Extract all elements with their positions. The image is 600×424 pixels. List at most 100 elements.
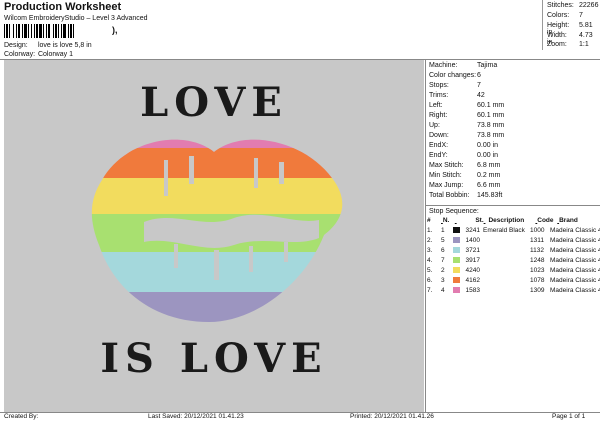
machine-info-value: 6.8 mm	[477, 162, 501, 169]
stop-num: 5.	[427, 267, 433, 274]
design-value: love is love 5,8 in	[37, 42, 92, 49]
design-preview: LOVE IS LOVE	[4, 60, 424, 412]
stop-num: 2.	[427, 237, 433, 244]
stop-code: 1000	[530, 227, 545, 234]
colors-value: 7	[579, 12, 583, 19]
col-description: Description	[488, 217, 525, 224]
colorway-row: Colorway: Colorway 1	[4, 51, 73, 58]
stop-code: 1309	[530, 287, 545, 294]
col-num: #	[427, 217, 431, 224]
machine-info-row: Color changes:6	[429, 72, 481, 79]
design-text-top: LOVE	[140, 79, 288, 126]
col-brand: Brand	[559, 217, 578, 224]
stop-code: 1132	[530, 247, 544, 254]
colorway-value: Colorway 1	[37, 51, 73, 58]
color-swatch	[453, 287, 460, 294]
design-text-bottom: IS LOVE	[100, 335, 327, 382]
color-swatch	[453, 237, 460, 244]
machine-info-value: 0.00 in	[477, 152, 499, 159]
stripe-purple	[91, 292, 343, 323]
machine-info-label: Max Jump:	[429, 182, 464, 189]
machine-info-value: Tajima	[477, 62, 498, 69]
machine-info-row: EndX: 0.00 in	[429, 142, 498, 149]
machine-info-row: Min Stitch: 0.2 mm	[429, 172, 500, 179]
machine-info-row: Max Stitch: 6.8 mm	[429, 162, 500, 169]
stop-sequence-row: 7. 4 1583 1309 Madeira Classic 40	[427, 287, 600, 294]
stop-stitches: 3241	[465, 227, 480, 234]
color-swatch	[453, 227, 460, 234]
machine-info-label: Left:	[429, 102, 443, 109]
stop-sequence-row: 6. 3 4162 1078 Madeira Classic 40	[427, 277, 600, 284]
stop-brand: Madeira Classic 40	[550, 227, 600, 234]
col-stitches: St.	[475, 217, 484, 224]
machine-info-label: Total Bobbin:	[429, 192, 470, 199]
stop-sequence-title: Stop Sequence:	[429, 208, 479, 215]
stop-sequence-row: 1. 1 3241 Emerald Black 1000 Madeira Classic …	[427, 227, 600, 234]
colors-row: Colors: 7	[547, 12, 583, 19]
page-number: Page 1 of 1	[552, 413, 586, 420]
machine-info-value: 60.1 mm	[477, 102, 505, 109]
color-swatch	[453, 247, 460, 254]
created-by: Created By:	[4, 413, 39, 420]
colorway-label: Colorway:	[4, 51, 36, 58]
machine-info-row: Right: 60.1 mm	[429, 112, 504, 119]
stitches-label: Stitches:	[547, 2, 574, 9]
stop-needle: 7	[441, 257, 445, 264]
machine-info-value: 42	[477, 92, 485, 99]
footer-divider	[0, 412, 600, 413]
machine-info-label: Right:	[429, 112, 448, 119]
machine-info-label: Max Stitch:	[429, 162, 464, 169]
stop-stitches: 1400	[465, 237, 480, 244]
color-swatch	[453, 267, 460, 274]
machine-info-value: 73.8 mm	[477, 122, 505, 129]
zoom-value: 1:1	[579, 41, 589, 48]
stop-code: 1023	[530, 267, 545, 274]
stop-code: 1078	[530, 277, 545, 284]
machine-info-label: Up:	[429, 122, 440, 129]
colors-label: Colors:	[547, 12, 570, 19]
zoom-row: Zoom: 1:1	[547, 41, 589, 48]
stop-needle: 6	[441, 247, 445, 254]
machine-info-row: Down: 73.8 mm	[429, 132, 504, 139]
machine-info-label: Min Stitch:	[429, 172, 462, 179]
width-label: Width:	[547, 32, 567, 39]
stop-sequence-row: 4. 7 3917 1248 Madeira Classic 40	[427, 257, 600, 264]
col-needle: N.	[442, 217, 450, 224]
page-title: Production Worksheet	[4, 1, 122, 13]
stop-sequence-row: 5. 2 4240 1023 Madeira Classic 40	[427, 267, 600, 274]
machine-info-row: Stops: 7	[429, 82, 481, 89]
design-artwork: LOVE IS LOVE	[91, 79, 343, 382]
stop-stitches: 4240	[465, 267, 480, 274]
stop-needle: 4	[441, 287, 445, 294]
stop-needle: 1	[441, 227, 445, 234]
machine-info-value: 145.83ft	[477, 192, 503, 199]
color-swatch	[453, 257, 460, 264]
machine-info-panel: Machine: Tajima Color changes:6 Stops: 7 Trim…	[426, 60, 600, 412]
stop-num: 7.	[427, 287, 433, 294]
stop-needle: 2	[441, 267, 445, 274]
machine-info-value: 60.1 mm	[477, 112, 505, 119]
machine-info-value: 0.00 in	[477, 142, 499, 149]
stop-code: 1311	[530, 237, 544, 244]
machine-info-value: 6.6 mm	[477, 182, 501, 189]
machine-info-row: Trims: 42	[429, 92, 485, 99]
machine-info-label: Trims:	[429, 92, 449, 99]
machine-info-row: Up: 73.8 mm	[429, 122, 504, 129]
machine-info-label: EndY:	[429, 152, 448, 159]
color-swatch	[453, 277, 460, 284]
machine-info-value: 6	[477, 72, 481, 79]
stop-stitches: 1583	[465, 287, 480, 294]
lips-graphic	[91, 139, 343, 323]
machine-info-value: 7	[477, 82, 481, 89]
stop-description: Emerald Black	[483, 227, 525, 234]
stop-brand: Madeira Classic 40	[550, 257, 600, 264]
machine-info-row: Max Jump: 6.6 mm	[429, 182, 500, 189]
stripe-yellow	[91, 178, 343, 214]
machine-info-row: Total Bobbin: 145.83ft	[429, 192, 502, 199]
machine-info-label: Down:	[429, 132, 449, 139]
stop-brand: Madeira Classic 40	[550, 247, 600, 254]
last-saved: Last Saved: 20/12/2021 01.41.23	[148, 413, 244, 420]
machine-info-label: EndX:	[429, 142, 449, 149]
machine-info-value: 0.2 mm	[477, 172, 501, 179]
stop-brand: Madeira Classic 40	[550, 277, 600, 284]
